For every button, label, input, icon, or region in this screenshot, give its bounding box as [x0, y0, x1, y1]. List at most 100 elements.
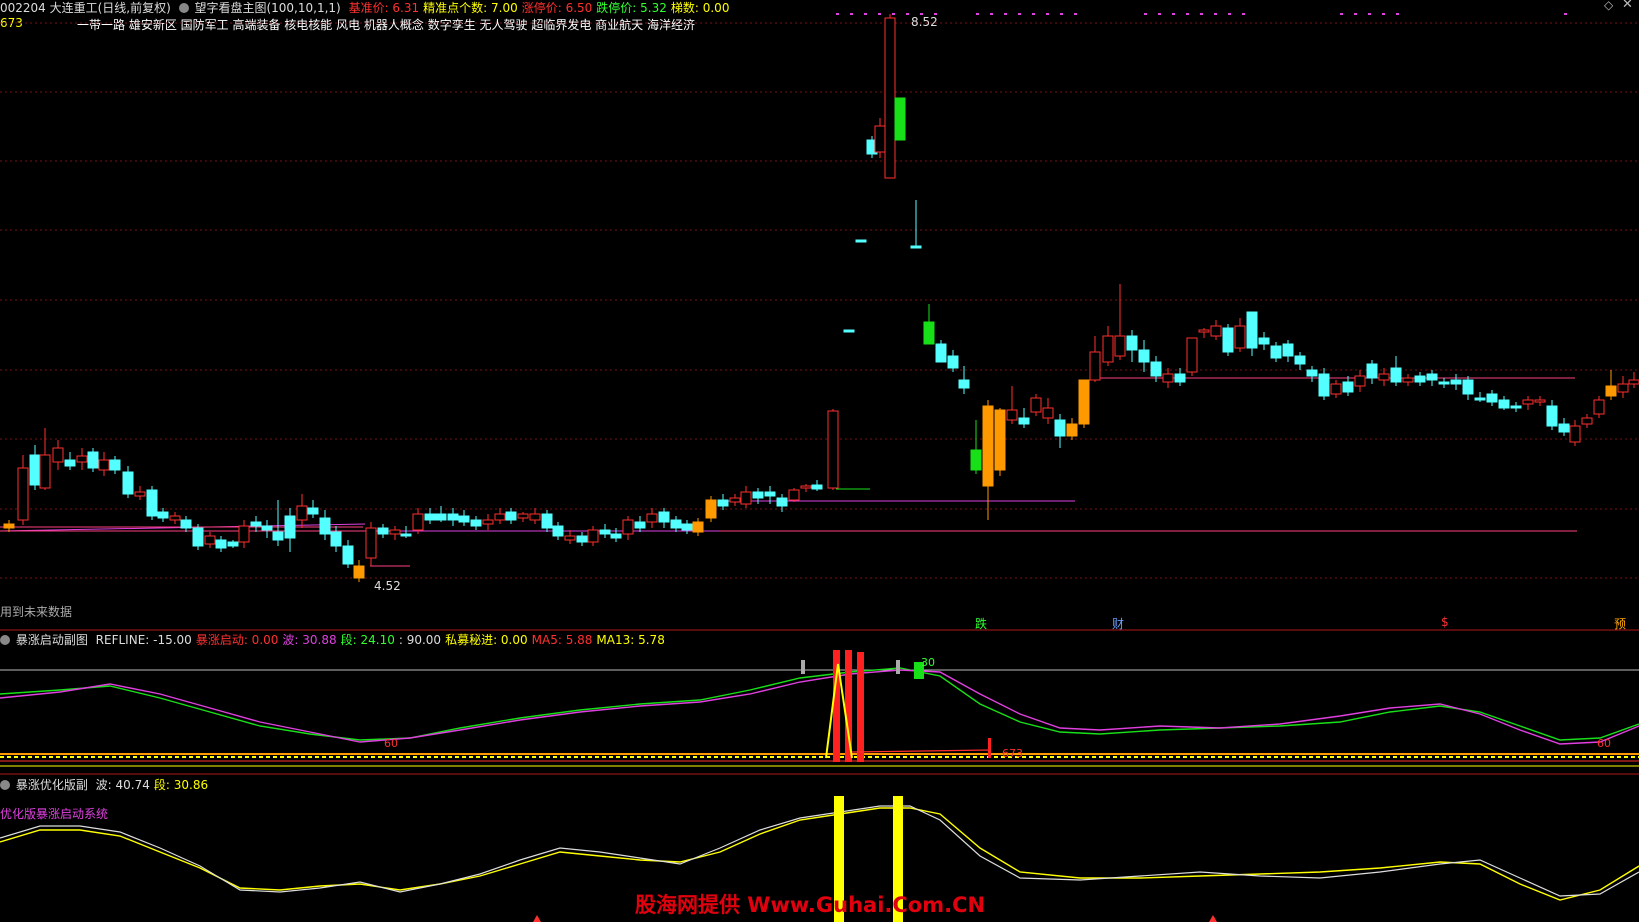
- candle-body: [764, 491, 776, 497]
- sub1-red-line: [851, 749, 991, 753]
- candle-body: [157, 511, 169, 519]
- candle-body: [1126, 335, 1138, 351]
- top-marker-dot: [1564, 13, 1567, 15]
- sub1-gray-mark: [896, 660, 900, 674]
- marker-finance: 财: [1112, 617, 1125, 631]
- sub1-title[interactable]: 暴涨启动副图: [16, 633, 88, 647]
- candle-body: [740, 491, 752, 505]
- candle-body: [692, 521, 704, 533]
- candle-body: [658, 511, 670, 523]
- candle-body: [227, 541, 239, 547]
- candle-body: [1306, 369, 1318, 377]
- candle-body: [923, 321, 935, 345]
- top-marker-dot: [864, 13, 867, 15]
- candle-body: [1605, 385, 1617, 397]
- top-marker-dot: [1060, 13, 1063, 15]
- sub1-item-3: 段: 24.10: [340, 633, 395, 647]
- candle-body: [1246, 311, 1258, 349]
- candle-body: [1234, 325, 1246, 349]
- candlestick-chart[interactable]: [0, 0, 1639, 922]
- candle-body: [1438, 381, 1450, 385]
- candle-body: [98, 459, 110, 471]
- candle-body: [1390, 367, 1402, 383]
- candle-body: [1318, 373, 1330, 397]
- candle-body: [482, 519, 494, 525]
- sub1-item-1: 暴涨启动: 0.00: [195, 633, 279, 647]
- top-marker-dot: [906, 13, 909, 15]
- candle-body: [982, 405, 994, 487]
- candle-body: [1282, 343, 1294, 357]
- candle-body: [365, 527, 377, 559]
- candle-body: [307, 507, 319, 515]
- candle-body: [122, 471, 134, 495]
- marker-forecast: 预: [1614, 617, 1627, 631]
- candle-body: [1462, 379, 1474, 395]
- candle-body: [1186, 337, 1198, 373]
- candle-body: [970, 449, 982, 471]
- candle-body: [1628, 379, 1639, 385]
- top-marker-dot: [1368, 13, 1371, 15]
- sub1-item-0: REFLINE: -15.00: [95, 633, 192, 647]
- candle-body: [169, 515, 181, 521]
- candle-body: [39, 454, 51, 489]
- candle-body: [717, 499, 729, 507]
- top-marker-dot: [1200, 13, 1203, 15]
- candle-body: [76, 455, 88, 463]
- candle-body: [1366, 363, 1378, 379]
- low-price-label: 4.52: [374, 579, 401, 593]
- sub2-title[interactable]: 暴涨优化版副: [16, 778, 88, 792]
- candle-body: [855, 239, 867, 243]
- top-marker-dot: [976, 13, 979, 15]
- sub1-value-673: 673: [1002, 747, 1023, 760]
- top-marker-dot: [1186, 13, 1189, 15]
- candle-body: [1198, 329, 1210, 333]
- candle-body: [1342, 381, 1354, 393]
- sub2-white-wave: [0, 805, 1639, 897]
- candle-body: [587, 529, 599, 543]
- candle-body: [576, 535, 588, 543]
- candle-body: [1138, 349, 1150, 363]
- top-marker-dot: [1382, 13, 1385, 15]
- candle-body: [1030, 397, 1042, 413]
- candle-body: [215, 539, 227, 549]
- candle-body: [377, 527, 389, 535]
- sub1-level-30: 30: [921, 656, 935, 669]
- candle-body: [1581, 417, 1593, 425]
- marker-dollar: $: [1441, 615, 1449, 629]
- candle-body: [1534, 399, 1546, 403]
- candle-body: [776, 497, 788, 507]
- top-marker-dot: [1396, 13, 1399, 15]
- candle-body: [238, 525, 250, 543]
- candle-body: [1054, 419, 1066, 437]
- sub1-menu-icon[interactable]: [0, 635, 10, 645]
- sub1-item-6: MA5: 5.88: [531, 633, 593, 647]
- sub2-menu-icon[interactable]: [0, 780, 10, 790]
- candle-body: [1210, 325, 1222, 337]
- sub1-values: REFLINE: -15.00 暴涨启动: 0.00 波: 30.88 段: 24.1…: [96, 633, 669, 647]
- candle-body: [811, 484, 823, 490]
- sub1-gray-mark: [801, 660, 805, 674]
- candle-body: [319, 517, 331, 535]
- top-marker-dot: [1144, 13, 1147, 15]
- sub2-item-0: 波: 40.74: [95, 778, 150, 792]
- future-data-note: 用到未来数据: [0, 605, 73, 619]
- top-marker-dot: [990, 13, 993, 15]
- sub1-item-7: MA13: 5.78: [596, 633, 665, 647]
- candle-body: [610, 533, 622, 539]
- top-marker-dot: [850, 13, 853, 15]
- top-marker-dot: [1004, 13, 1007, 15]
- candle-body: [681, 523, 693, 531]
- candle-body: [752, 491, 764, 499]
- sub1-level-60-right: 60: [1597, 737, 1611, 750]
- candle-body: [1294, 355, 1306, 365]
- top-marker-dot: [1228, 13, 1231, 15]
- candle-body: [1018, 417, 1030, 425]
- top-marker-dot: [836, 13, 839, 15]
- candle-body: [447, 513, 459, 521]
- candle-body: [272, 531, 284, 541]
- sub2-item-1: 段: 30.86: [153, 778, 209, 792]
- candle-body: [1162, 373, 1174, 383]
- candle-body: [134, 491, 146, 497]
- candle-body: [1474, 397, 1486, 401]
- candle-body: [670, 519, 682, 529]
